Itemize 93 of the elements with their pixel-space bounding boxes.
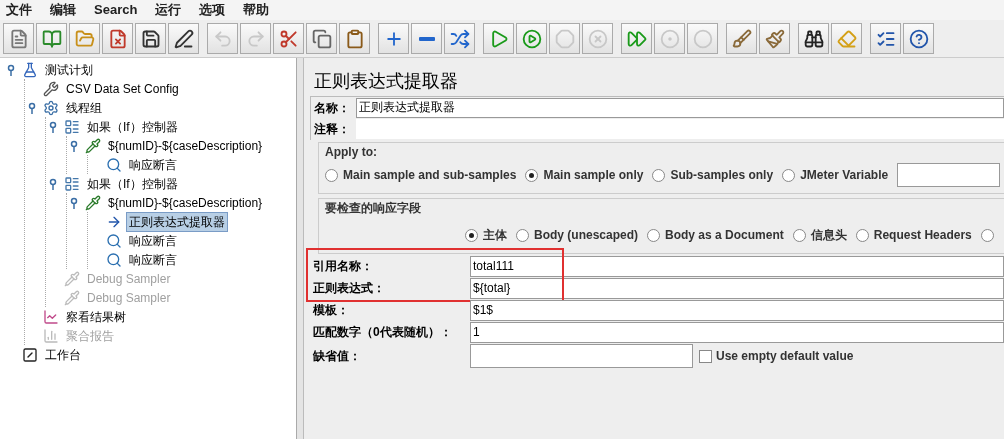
field-label: 引用名称： xyxy=(313,258,374,275)
document-x-icon xyxy=(107,28,128,49)
tree-item[interactable]: 线程组 xyxy=(63,97,105,118)
radio-label: 信息头 xyxy=(810,227,847,244)
collapse-handle-icon[interactable] xyxy=(26,101,38,114)
tree-item[interactable]: 响应断言 xyxy=(126,230,180,251)
radio-button[interactable] xyxy=(855,228,869,242)
collapse-handle-icon[interactable] xyxy=(68,196,80,209)
field-label: 名称： xyxy=(314,99,350,117)
group-legend: Apply to: xyxy=(325,143,998,159)
fast-forward-icon xyxy=(626,28,647,49)
stop-icon xyxy=(554,28,575,49)
field-label: 正则表达式： xyxy=(313,280,386,297)
tree-item[interactable]: 如果（If）控制器 xyxy=(84,173,181,194)
scissors-icon xyxy=(278,28,299,49)
document-icon xyxy=(8,28,29,49)
panel-title: 正则表达式提取器 xyxy=(313,69,459,93)
name-field[interactable]: 正则表达式提取器 xyxy=(356,97,1004,118)
tree-item[interactable]: CSV Data Set Config xyxy=(63,78,182,99)
radio-label: JMeter Variable xyxy=(800,167,889,184)
tree-item[interactable]: 工作台 xyxy=(42,344,84,365)
radio-label: Sub-samples only xyxy=(670,167,774,184)
circle-icon xyxy=(692,28,713,49)
field-label: 模板： xyxy=(313,302,350,319)
collapse-handle-icon[interactable] xyxy=(5,63,17,76)
shuffle-icon xyxy=(449,28,470,49)
text-field[interactable]: 1 xyxy=(470,321,1004,343)
tree-item[interactable]: 正则表达式提取器 xyxy=(126,211,228,232)
text-field[interactable]: $1$ xyxy=(470,299,1004,321)
toolbar-button[interactable] xyxy=(903,23,934,54)
text-field[interactable]: total111 xyxy=(470,255,1004,277)
comment-field[interactable] xyxy=(356,119,1004,139)
menu-item[interactable]: 编辑 xyxy=(50,0,76,20)
radio-label: Body as a Document xyxy=(665,227,784,244)
toolbar-button[interactable] xyxy=(870,23,901,54)
radio-button[interactable] xyxy=(792,228,806,242)
default-value-field[interactable] xyxy=(470,344,693,368)
tree-item[interactable]: 如果（If）控制器 xyxy=(84,116,181,137)
checkbox-label: Use empty default value xyxy=(716,348,854,365)
menu-item[interactable]: 帮助 xyxy=(243,0,270,20)
copy-icon xyxy=(311,28,332,49)
radio-label: Body (unescaped) xyxy=(534,227,638,244)
radio-button[interactable] xyxy=(325,168,338,182)
tree-item[interactable]: ${numID}-${caseDescription} xyxy=(105,192,266,213)
toolbar-button[interactable] xyxy=(798,23,829,54)
eraser-icon xyxy=(836,28,857,49)
radio-button[interactable] xyxy=(525,168,539,182)
redo-icon xyxy=(245,28,266,49)
radio-label: Main sample only xyxy=(543,167,644,184)
toolbar-button[interactable] xyxy=(168,23,199,54)
x-circle-icon xyxy=(587,28,608,49)
help-icon xyxy=(908,28,929,49)
radio-button[interactable] xyxy=(980,228,994,242)
radio-button[interactable] xyxy=(516,228,529,242)
text-field[interactable]: ${total} xyxy=(470,277,1004,299)
collapse-handle-icon[interactable] xyxy=(47,177,59,190)
field-label: 缺省值： xyxy=(313,348,362,365)
radio-button[interactable] xyxy=(647,228,660,242)
clipboard-icon xyxy=(344,28,365,49)
radio-button[interactable] xyxy=(782,168,796,182)
book-icon xyxy=(41,28,62,49)
collapse-handle-icon[interactable] xyxy=(68,139,80,152)
folder-icon xyxy=(74,28,95,49)
binoculars-icon xyxy=(803,28,824,49)
group-legend: 要检查的响应字段 xyxy=(325,199,998,217)
brush-icon xyxy=(731,28,752,49)
menu-item[interactable]: 文件 xyxy=(6,0,32,20)
radio-label: 主体 xyxy=(483,227,507,244)
play-circle-icon xyxy=(521,28,542,49)
field-label: 注释： xyxy=(314,121,350,138)
minus-icon xyxy=(418,36,435,41)
checkbox[interactable] xyxy=(699,349,712,363)
pen-icon xyxy=(173,28,194,49)
tree-item[interactable]: 响应断言 xyxy=(126,249,180,270)
save-icon xyxy=(140,28,161,49)
radio-label: Main sample and sub-samples xyxy=(343,167,517,184)
radio-label: Request Headers xyxy=(873,227,972,244)
brush-icon xyxy=(764,28,785,49)
tree-item[interactable]: ${numID}-${caseDescription} xyxy=(105,135,266,156)
tree-item[interactable]: 响应断言 xyxy=(126,154,180,175)
menu-item[interactable]: 选项 xyxy=(199,0,226,20)
field-label: 匹配数字（0代表随机）： xyxy=(313,324,453,341)
undo-icon xyxy=(212,28,233,49)
toolbar-button[interactable] xyxy=(135,23,166,54)
radio-button[interactable] xyxy=(652,168,666,182)
radio-button[interactable] xyxy=(465,228,478,242)
menu-item[interactable]: Search xyxy=(94,0,138,20)
variable-field[interactable] xyxy=(897,163,1000,187)
tree-item[interactable]: 测试计划 xyxy=(42,59,96,80)
menu-item[interactable]: 运行 xyxy=(155,0,182,20)
collapse-handle-icon[interactable] xyxy=(47,120,59,133)
tree-item[interactable]: 察看结果树 xyxy=(63,306,129,327)
dot-circle-icon xyxy=(659,28,680,49)
